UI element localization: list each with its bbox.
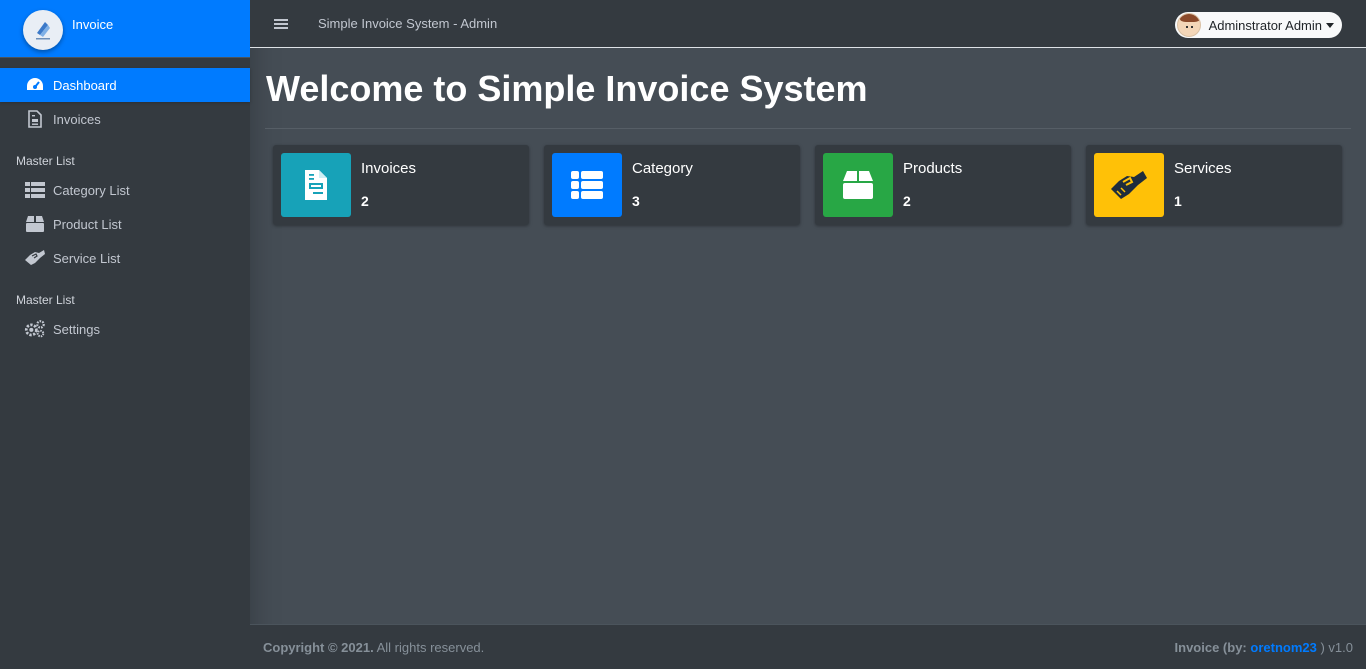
info-box-label: Category xyxy=(632,160,693,177)
user-name: Adminstrator Admin xyxy=(1208,17,1322,33)
user-menu-dropdown[interactable]: Adminstrator Admin xyxy=(1174,12,1342,38)
sidebar-item-label: Product List xyxy=(53,216,122,232)
menu-toggle-icon[interactable] xyxy=(274,17,288,31)
page-title: Welcome to Simple Invoice System xyxy=(266,68,868,109)
sidebar-item-product-list[interactable]: Product List xyxy=(0,207,250,241)
navbar-title: Simple Invoice System - Admin xyxy=(318,16,498,31)
info-box-services: Services 1 xyxy=(1086,145,1342,225)
sidebar: Invoice Dashboard Invoices Master List C… xyxy=(0,0,250,669)
handshake-icon xyxy=(1094,153,1164,217)
sidebar-item-settings[interactable]: Settings xyxy=(0,312,250,346)
info-box-label: Services xyxy=(1174,160,1232,177)
rights-text: All rights reserved. xyxy=(376,639,485,655)
info-box-label: Products xyxy=(903,160,963,177)
th-list-icon xyxy=(24,180,46,200)
file-invoice-icon xyxy=(281,153,351,217)
file-invoice-icon xyxy=(24,109,46,129)
nav-section-header: Master List xyxy=(16,154,75,168)
caret-down-icon xyxy=(1326,22,1334,28)
footer-credit: Invoice (by: oretnom23 ) v1.0 xyxy=(1175,640,1353,655)
copyright-text: Copyright © 2021. xyxy=(263,639,374,655)
info-box-row: Invoices 2 Category 3 Products 2 Service… xyxy=(265,145,1351,225)
box-icon xyxy=(823,153,893,217)
brand-name: Invoice xyxy=(72,17,114,32)
sidebar-nav: Dashboard Invoices Master List Category … xyxy=(0,58,250,346)
info-box-count: 2 xyxy=(903,193,911,209)
sidebar-item-label: Category List xyxy=(53,182,130,198)
info-box-invoices: Invoices 2 xyxy=(273,145,529,225)
handshake-icon xyxy=(24,248,46,268)
cogs-icon xyxy=(24,319,46,339)
sidebar-item-invoices[interactable]: Invoices xyxy=(0,102,250,136)
nav-section-header: Master List xyxy=(16,293,75,307)
avatar xyxy=(1176,13,1201,37)
info-box-count: 2 xyxy=(361,193,369,209)
sidebar-item-label: Settings xyxy=(53,321,100,337)
footer: Copyright © 2021. All rights reserved. I… xyxy=(250,624,1366,669)
sidebar-item-dashboard[interactable]: Dashboard xyxy=(0,68,250,102)
th-list-icon xyxy=(552,153,622,217)
author-link[interactable]: oretnom23 xyxy=(1250,640,1316,655)
sidebar-item-category-list[interactable]: Category List xyxy=(0,173,250,207)
main-content: Welcome to Simple Invoice System Invoice… xyxy=(250,48,1366,624)
divider xyxy=(265,128,1351,129)
sidebar-item-service-list[interactable]: Service List xyxy=(0,241,250,275)
info-box-products: Products 2 xyxy=(815,145,1071,225)
footer-copyright: Copyright © 2021. All rights reserved. xyxy=(263,640,484,655)
brand-link[interactable]: Invoice xyxy=(0,0,250,58)
sidebar-item-label: Invoices xyxy=(53,111,101,127)
brand-logo xyxy=(23,10,63,50)
info-box-count: 1 xyxy=(1174,193,1182,209)
info-box-label: Invoices xyxy=(361,160,417,177)
app-credit-prefix: Invoice (by: xyxy=(1174,639,1247,655)
app-version: ) v1.0 xyxy=(1320,639,1353,655)
info-box-count: 3 xyxy=(632,193,640,209)
tachometer-icon xyxy=(24,75,46,95)
sidebar-item-label: Dashboard xyxy=(53,77,117,93)
box-icon xyxy=(24,214,46,234)
top-navbar: Simple Invoice System - Admin Adminstrat… xyxy=(250,0,1366,48)
info-box-category: Category 3 xyxy=(544,145,800,225)
sidebar-item-label: Service List xyxy=(53,250,121,266)
